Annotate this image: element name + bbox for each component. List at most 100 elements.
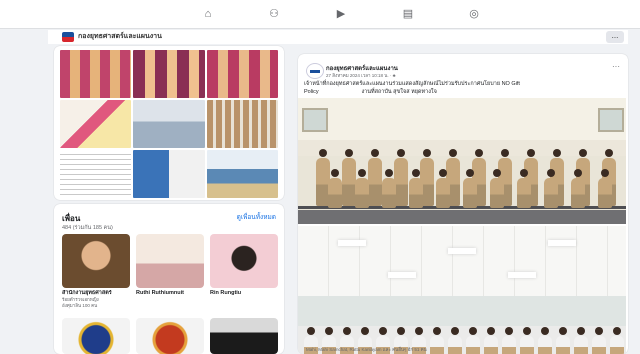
person-head xyxy=(559,327,567,335)
photo-thumbnail[interactable] xyxy=(206,100,278,148)
person-head xyxy=(601,169,609,177)
person-figure xyxy=(409,178,423,208)
friend-photo[interactable] xyxy=(62,234,130,288)
photo-grid xyxy=(60,50,278,198)
post-caption: เจ้าหน้าที่กองยุทธศาสตร์และแผนงานร่วมแสด… xyxy=(304,81,604,96)
post-options-button[interactable]: ··· xyxy=(612,62,620,71)
photo-thumbnail[interactable] xyxy=(133,50,205,98)
post-photo-group-hall[interactable] xyxy=(298,226,626,354)
photo-thumbnail[interactable] xyxy=(60,150,132,198)
see-all-friends-link[interactable]: ดูเพื่อนทั้งหมด xyxy=(237,212,276,222)
video-icon[interactable]: ▶ xyxy=(333,6,349,22)
friend-item[interactable]: Rin Rungtiu xyxy=(210,234,278,297)
person-head xyxy=(595,327,603,335)
friend-photo[interactable] xyxy=(136,318,204,354)
friend-subtitle: อังศุมาลิน 100 คน xyxy=(62,303,98,308)
top-navigation-bar: ⌂ ⚇ ▶ ▤ ◎ xyxy=(0,0,640,29)
friend-item[interactable]: สำนักงานยุทธศาสตร์ ร้อยตำรวจเอกหญิง อังศ… xyxy=(62,234,130,309)
building-wall xyxy=(298,98,626,140)
friends-icon[interactable]: ⚇ xyxy=(266,6,282,22)
person-head xyxy=(613,327,621,335)
friend-photo[interactable] xyxy=(136,234,204,288)
photo-thumbnail[interactable] xyxy=(60,100,132,148)
person-head xyxy=(520,169,528,177)
post-author-avatar[interactable] xyxy=(306,63,324,79)
person-head xyxy=(553,149,561,157)
person-figure xyxy=(484,336,498,354)
person-head xyxy=(449,149,457,157)
friend-item[interactable] xyxy=(62,318,130,354)
person-figure xyxy=(342,158,356,206)
person-head xyxy=(331,169,339,177)
photo-thumbnail[interactable] xyxy=(206,50,278,98)
person-head xyxy=(501,149,509,157)
person-head xyxy=(412,169,420,177)
person-head xyxy=(541,327,549,335)
friend-name[interactable]: Rin Rungtiu xyxy=(210,290,278,297)
ceiling xyxy=(298,226,626,296)
person-figure xyxy=(463,178,477,208)
person-head xyxy=(343,327,351,335)
person-head xyxy=(325,327,333,335)
person-figure xyxy=(598,178,612,208)
friend-name[interactable]: Ruthi Ruthiumnuit xyxy=(136,290,204,297)
person-figure xyxy=(466,336,480,354)
page-name[interactable]: กองยุทธศาสตร์และแผนงาน xyxy=(78,31,162,42)
post-timestamp[interactable]: 27 สิงหาคม 2024 เวลา 10:18 น. · ♣ xyxy=(326,72,396,79)
photos-card xyxy=(54,46,284,200)
person-figure xyxy=(490,178,504,208)
marketplace-icon[interactable]: ▤ xyxy=(400,6,416,22)
friend-photo[interactable] xyxy=(62,318,130,354)
post-reactions-summary[interactable]: Mahi, Mahi Samchat, Rattu Kanlayam และ ค… xyxy=(306,346,427,353)
post-caption-line: Policy งานที่สถาบัน สุขใจส หยุดทางใจ xyxy=(304,88,437,95)
person-head xyxy=(307,327,315,335)
more-options-button[interactable]: ... xyxy=(606,31,624,43)
person-head xyxy=(371,149,379,157)
gaming-icon[interactable]: ◎ xyxy=(466,6,482,22)
person-head xyxy=(475,149,483,157)
friend-item[interactable]: Ruthi Ruthiumnuit xyxy=(136,234,204,297)
post-card: กองยุทธศาสตร์และแผนงาน 27 สิงหาคม 2024 เ… xyxy=(298,54,628,354)
ceiling-light xyxy=(508,272,536,278)
person-figure xyxy=(502,336,516,354)
photo-thumbnail[interactable] xyxy=(133,150,205,198)
ceiling-light xyxy=(338,240,366,246)
person-head xyxy=(579,149,587,157)
home-icon[interactable]: ⌂ xyxy=(200,6,216,22)
person-figure xyxy=(592,336,606,354)
photo-thumbnail[interactable] xyxy=(60,50,132,98)
person-figure xyxy=(610,336,624,354)
friend-name[interactable]: สำนักงานยุทธศาสตร์ xyxy=(62,290,130,297)
person-head xyxy=(439,169,447,177)
person-head xyxy=(527,149,535,157)
page-header-strip: กองยุทธศาสตร์และแผนงาน ... xyxy=(48,30,628,44)
person-figure xyxy=(430,336,444,354)
person-head xyxy=(547,169,555,177)
person-head xyxy=(451,327,459,335)
ceiling-light xyxy=(548,240,576,246)
person-figure xyxy=(571,178,585,208)
ceiling-light xyxy=(388,272,416,278)
friend-photo[interactable] xyxy=(210,318,278,354)
floor xyxy=(298,210,626,224)
person-head xyxy=(361,327,369,335)
person-head xyxy=(379,327,387,335)
friend-item[interactable] xyxy=(136,318,204,354)
person-figure xyxy=(448,336,462,354)
post-photo-group-standing[interactable] xyxy=(298,98,626,224)
person-head xyxy=(466,169,474,177)
person-head xyxy=(423,149,431,157)
person-figure xyxy=(574,336,588,354)
photo-thumbnail[interactable] xyxy=(206,150,278,198)
person-figure xyxy=(544,178,558,208)
person-figure xyxy=(520,336,534,354)
person-head xyxy=(493,169,501,177)
person-head xyxy=(415,327,423,335)
photo-thumbnail[interactable] xyxy=(133,100,205,148)
friend-photo[interactable] xyxy=(210,234,278,288)
person-head xyxy=(469,327,477,335)
window xyxy=(598,108,624,132)
person-head xyxy=(505,327,513,335)
person-figure xyxy=(382,178,396,208)
friend-item[interactable] xyxy=(210,318,278,354)
